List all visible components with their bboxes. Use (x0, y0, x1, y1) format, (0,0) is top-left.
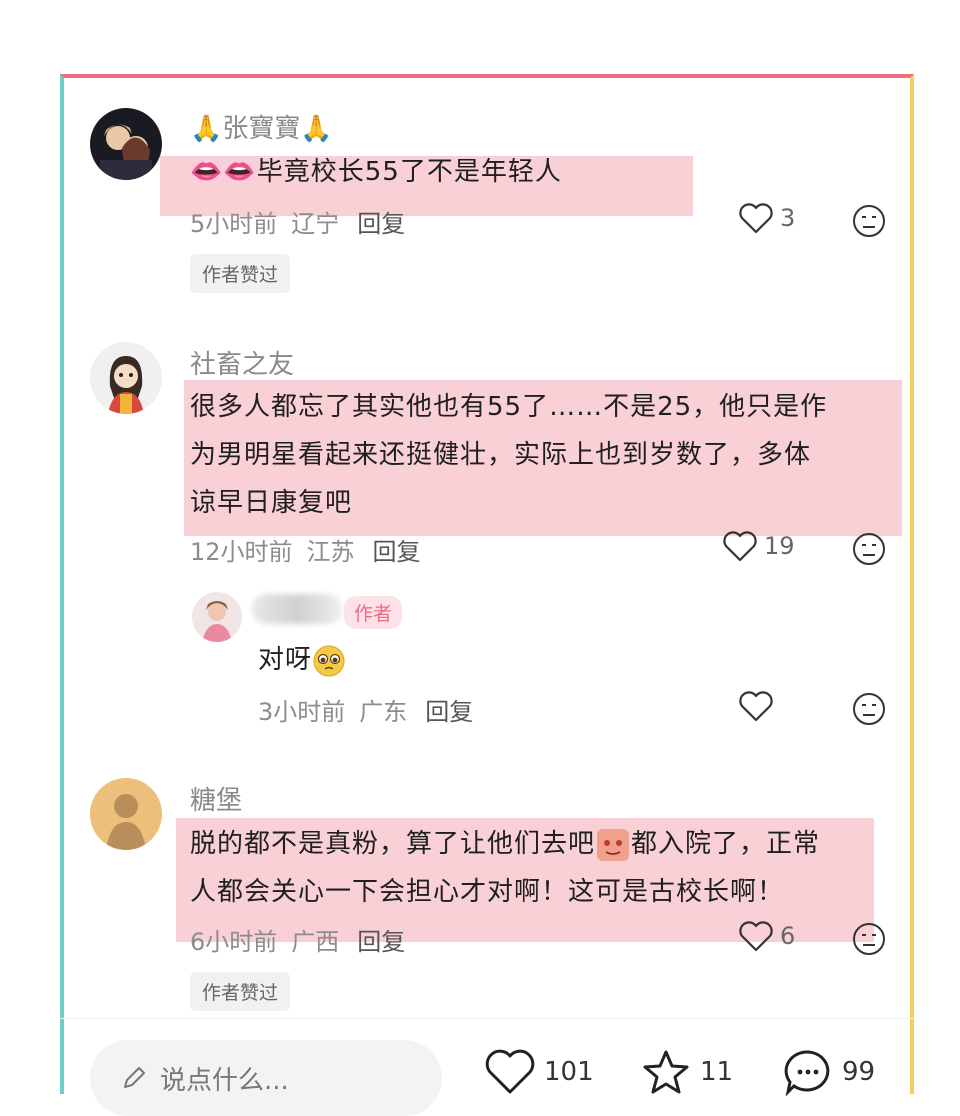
star-icon (643, 1050, 689, 1094)
like-button[interactable]: 3 (738, 202, 795, 234)
heart-icon (739, 691, 773, 722)
footer-divider (60, 1018, 914, 1019)
comment-body: 很多人都忘了其实他也有55了……不是25，他只是作 为男明星看起来还挺健壮，实际… (190, 392, 828, 518)
author-liked-tag: 作者赞过 (190, 254, 291, 293)
dislike-icon[interactable] (852, 692, 886, 726)
dislike-icon[interactable] (852, 532, 886, 566)
sticker-icon (597, 828, 630, 861)
blurred-username (252, 594, 342, 624)
username[interactable]: 🙏张寶寶🙏 (190, 108, 333, 145)
avatar[interactable] (90, 108, 162, 180)
reply-meta: 3小时前 广东 回复 (258, 698, 474, 726)
footer-star-button[interactable]: 11 (640, 1048, 733, 1096)
username[interactable]: 社畜之友 (190, 344, 294, 381)
dislike-icon[interactable] (852, 204, 886, 238)
reply-button[interactable]: 回复 (373, 538, 421, 566)
author-liked-tag: 作者赞过 (190, 972, 291, 1011)
author-badge: 作者 (344, 596, 403, 629)
lips-icon: 👄👄 (190, 157, 257, 187)
like-button[interactable] (738, 690, 780, 722)
dislike-icon[interactable] (852, 922, 886, 956)
comment-bubble-icon (784, 1050, 830, 1096)
heart-icon (739, 203, 773, 234)
footer-comment-button[interactable]: 99 (782, 1048, 875, 1096)
avatar[interactable] (90, 778, 162, 850)
username[interactable]: 糖堡 (190, 780, 242, 817)
comment-input[interactable]: 说点什么... (90, 1040, 442, 1116)
comment-body: 👄👄毕竟校长55了不是年轻人 (190, 157, 562, 187)
avatar[interactable] (90, 342, 162, 414)
heart-icon (485, 1049, 535, 1094)
reply-button[interactable]: 回复 (425, 698, 473, 726)
reply-button[interactable]: 回复 (357, 210, 405, 238)
pray-icon: 🙏 (300, 114, 333, 144)
reply-avatar[interactable] (192, 592, 242, 642)
footer-like-button[interactable]: 101 (484, 1048, 594, 1096)
comment-body: 脱的都不是真粉，算了让他们去吧 都入院了，正常 人都会关心一下会担心才对啊！这可是… (190, 820, 890, 916)
comment-meta: 12小时前 江苏 回复 (190, 538, 421, 566)
reply-button[interactable]: 回复 (357, 928, 405, 956)
pencil-icon (124, 1067, 145, 1088)
like-button[interactable]: 6 (738, 920, 795, 952)
comment-meta: 6小时前 广西 回复 (190, 928, 406, 956)
like-button[interactable]: 19 (722, 530, 795, 562)
heart-icon (723, 531, 757, 562)
pray-icon: 🙏 (190, 114, 223, 144)
pleading-face-icon (313, 645, 345, 676)
heart-icon (739, 921, 773, 952)
reply-body: 对呀 (258, 636, 346, 684)
comment-meta: 5小时前 辽宁 回复 (190, 210, 406, 238)
